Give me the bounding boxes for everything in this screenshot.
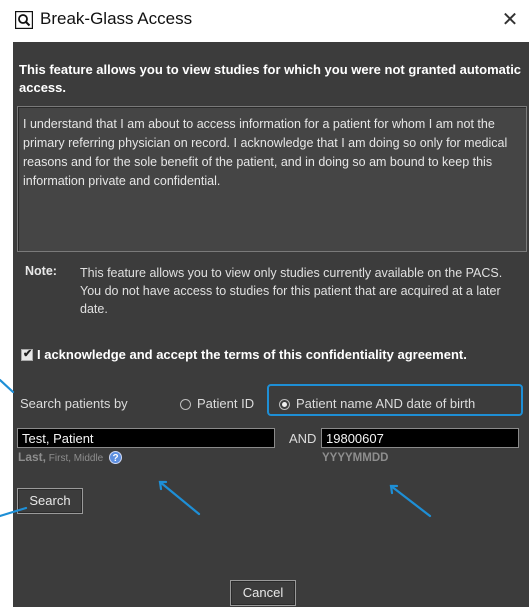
agreement-text: I understand that I am about to access i… — [23, 117, 508, 188]
note-label: Note: — [25, 264, 57, 278]
cancel-button[interactable]: Cancel — [230, 580, 296, 606]
radio-patient-id[interactable] — [180, 399, 191, 410]
agreement-textbox[interactable]: I understand that I am about to access i… — [17, 106, 527, 252]
checkmark-icon: ✔ — [23, 348, 33, 360]
help-icon[interactable]: ? — [109, 451, 122, 464]
patient-name-input[interactable] — [17, 428, 275, 448]
close-icon: ✕ — [501, 9, 519, 31]
acknowledge-row[interactable]: ✔ I acknowledge and accept the terms of … — [21, 347, 527, 365]
date-of-birth-input[interactable] — [321, 428, 519, 448]
intro-text: This feature allows you to view studies … — [19, 62, 522, 95]
search-by-label: Search patients by — [20, 396, 128, 411]
title-bar: Break-Glass Access ✕ — [0, 0, 529, 42]
window-title: Break-Glass Access — [40, 9, 193, 28]
magnifier-window-icon — [15, 11, 33, 29]
search-button[interactable]: Search — [17, 488, 83, 514]
close-button[interactable]: ✕ — [497, 6, 523, 34]
name-hint-small: First, Middle — [46, 453, 104, 464]
and-label: AND — [289, 431, 317, 446]
name-format-hint: Last, First, Middle — [18, 450, 103, 464]
note-text: This feature allows you to view only stu… — [80, 266, 503, 316]
arrow-left-top — [0, 378, 15, 394]
date-format-hint: YYYYMMDD — [322, 452, 389, 464]
acknowledge-checkbox[interactable]: ✔ — [21, 348, 33, 361]
radio-name-dob[interactable] — [279, 399, 290, 410]
radio-name-dob-label[interactable]: Patient name AND date of birth — [296, 396, 475, 411]
acknowledge-label: I acknowledge and accept the terms of th… — [37, 347, 467, 362]
radio-patient-id-label[interactable]: Patient ID — [197, 396, 254, 411]
name-hint-main: Last, — [18, 450, 47, 464]
dialog-body: This feature allows you to view studies … — [13, 42, 529, 607]
